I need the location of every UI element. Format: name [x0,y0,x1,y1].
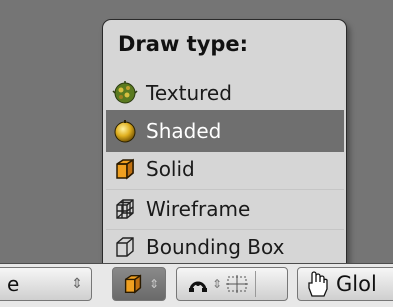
bounding-box-icon [110,233,140,261]
hand-icon [304,270,330,298]
menu-item-label: Solid [146,156,195,181]
updown-arrows-icon: ⇕ [212,277,223,291]
shaded-sphere-icon [110,117,140,145]
menu-item-solid[interactable]: Solid [106,148,344,190]
updown-arrows-icon: ⇕ [71,276,83,292]
menu-item-label: Wireframe [146,196,251,221]
menu-item-bounding-box[interactable]: Bounding Box [106,226,344,268]
updown-arrows-icon: ⇕ [148,277,159,291]
menu-item-label: Textured [146,80,232,105]
transform-widget-icon[interactable] [225,274,249,294]
textured-sphere-icon [110,79,140,107]
pivot-icon[interactable] [187,273,209,295]
mode-select[interactable]: e ⇕ [0,267,92,301]
menu-item-label: Bounding Box [146,235,285,259]
menu-title: Draw type: [118,32,249,56]
pivot-snap-group: ⇕ [176,267,288,301]
menu-item-shaded[interactable]: Shaded [106,110,344,152]
orientation-value: Glol [336,272,377,296]
menu-item-label: Shaded [146,118,222,143]
3d-view-header: e ⇕ ⇕ ⇕ Glol [0,263,393,307]
mode-select-value: e [7,272,20,296]
separator [255,271,257,297]
wireframe-cube-icon [110,195,140,223]
orientation-select[interactable]: Glol [297,267,393,301]
menu-item-textured[interactable]: Textured [106,72,344,114]
menu-item-wireframe[interactable]: Wireframe [106,188,344,230]
solid-cube-icon [121,272,145,296]
solid-cube-icon [110,155,140,183]
draw-type-menu: Draw type: Textured Shaded Solid Wirefra… [102,19,347,271]
draw-type-button[interactable]: ⇕ [112,267,166,301]
